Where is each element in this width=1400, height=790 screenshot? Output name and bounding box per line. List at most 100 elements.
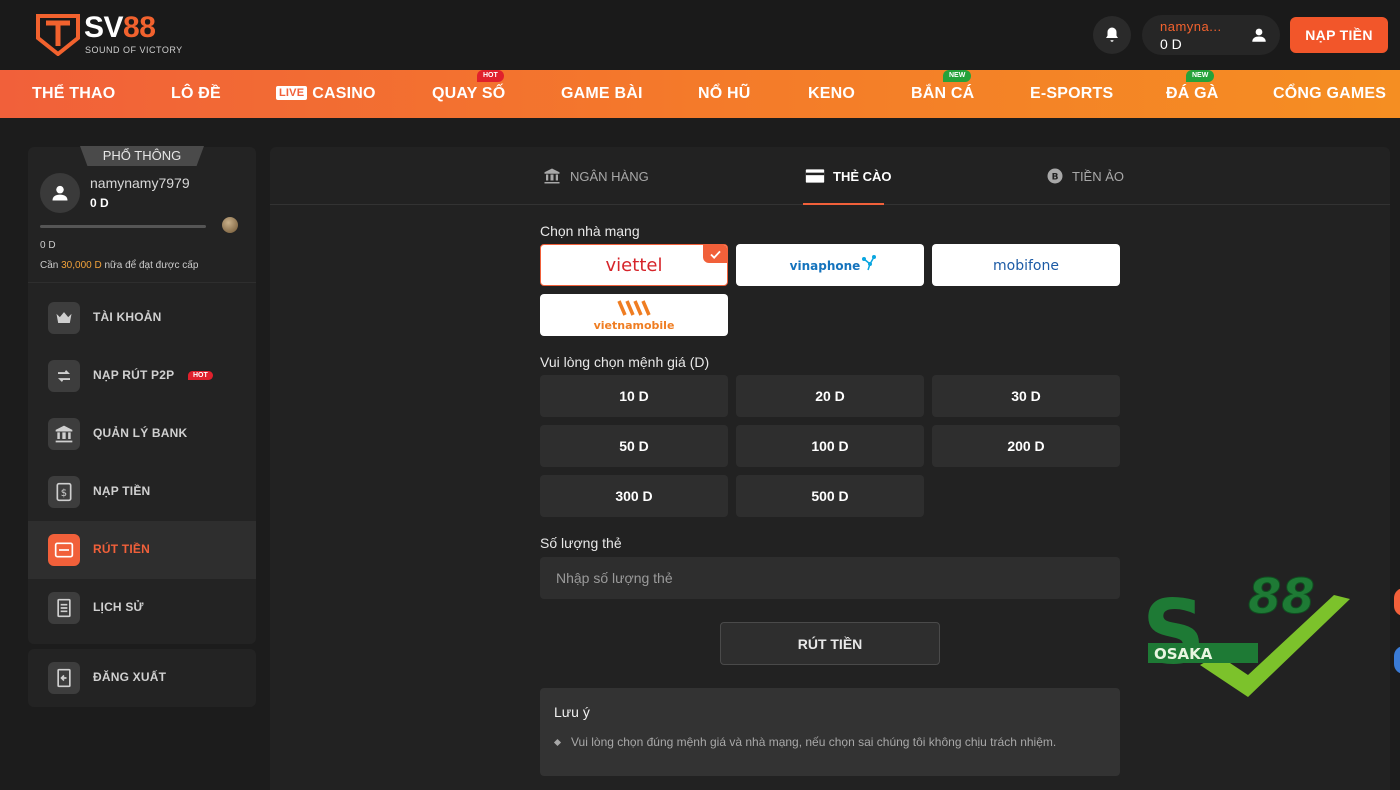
bank-icon bbox=[544, 168, 560, 184]
crown-icon bbox=[48, 302, 80, 334]
live-badge: LIVE bbox=[276, 86, 308, 100]
sidebar-item-deposit[interactable]: $ NẠP TIỀN bbox=[28, 463, 256, 521]
new-badge: NEW bbox=[1186, 70, 1215, 82]
svg-text:viettel: viettel bbox=[606, 255, 663, 276]
bank-icon bbox=[48, 418, 80, 450]
nav-item-sports[interactable]: THỂ THAO bbox=[32, 70, 115, 118]
header-username: namyna... bbox=[1160, 19, 1222, 34]
history-icon bbox=[48, 592, 80, 624]
floating-promo-button[interactable] bbox=[1394, 588, 1400, 616]
amount-option[interactable]: 50 D bbox=[540, 425, 728, 467]
transfer-icon bbox=[48, 360, 80, 392]
payment-method-tabs: NGÂN HÀNG THẺ CÀO B TIỀN ẢO bbox=[270, 147, 1390, 205]
nav-item-game-portal[interactable]: CỔNG GAMES bbox=[1273, 70, 1386, 118]
sidebar-item-label: NẠP TIỀN bbox=[93, 484, 151, 498]
tab-crypto[interactable]: B TIỀN ẢO bbox=[1046, 147, 1124, 205]
header-balance: 0 D bbox=[1160, 36, 1182, 52]
svg-text:88: 88 bbox=[1248, 569, 1315, 625]
vietnamobile-logo: vietnamobile bbox=[594, 300, 675, 332]
active-tab-indicator bbox=[803, 203, 884, 205]
sidebar-item-label: LỊCH SỬ bbox=[93, 600, 144, 614]
svg-text:vietnamobile: vietnamobile bbox=[594, 319, 675, 332]
carrier-label: Chọn nhà mạng bbox=[540, 223, 640, 239]
amount-option[interactable]: 20 D bbox=[736, 375, 924, 417]
amount-option[interactable]: 200 D bbox=[932, 425, 1120, 467]
logout-icon bbox=[48, 662, 80, 694]
shield-logo-icon bbox=[36, 14, 80, 56]
sidebar-balance: 0 D bbox=[90, 196, 109, 210]
sidebar-item-withdraw[interactable]: RÚT TIỀN bbox=[28, 521, 256, 579]
new-badge: NEW bbox=[943, 70, 972, 82]
sidebar-item-bank[interactable]: QUẢN LÝ BANK bbox=[28, 405, 256, 463]
notification-button[interactable] bbox=[1093, 16, 1131, 54]
withdraw-submit-button[interactable]: RÚT TIỀN bbox=[720, 622, 940, 665]
hot-badge: HOT bbox=[477, 70, 504, 82]
logout-label: ĐĂNG XUẤT bbox=[93, 670, 167, 684]
level-progress-bar bbox=[40, 225, 206, 228]
tab-scratch-card[interactable]: THẺ CÀO bbox=[805, 147, 892, 205]
svg-text:$: $ bbox=[61, 488, 67, 499]
deposit-button[interactable]: NẠP TIỀN bbox=[1290, 17, 1388, 53]
svg-text:OSAKA: OSAKA bbox=[1154, 645, 1213, 663]
amount-option[interactable]: 10 D bbox=[540, 375, 728, 417]
money-icon: $ bbox=[48, 476, 80, 508]
mobifone-logo: mobifone bbox=[993, 258, 1059, 274]
svg-text:S: S bbox=[1142, 581, 1205, 684]
hot-badge: HOT bbox=[188, 371, 213, 380]
carrier-mobifone[interactable]: mobifone bbox=[932, 244, 1120, 286]
sidebar-username: namynamy7979 bbox=[90, 175, 190, 191]
sidebar-item-label: QUẢN LÝ BANK bbox=[93, 426, 188, 440]
brand-name: SV88 bbox=[84, 11, 156, 44]
sidebar-item-p2p[interactable]: NẠP RÚT P2P HOT bbox=[28, 347, 256, 405]
check-icon bbox=[703, 245, 727, 263]
bullet-icon bbox=[553, 738, 562, 747]
amount-option[interactable]: 100 D bbox=[736, 425, 924, 467]
amount-option[interactable]: 30 D bbox=[932, 375, 1120, 417]
avatar bbox=[40, 173, 80, 213]
carrier-viettel[interactable]: viettel bbox=[540, 244, 728, 286]
logout-button[interactable]: ĐĂNG XUẤT bbox=[28, 649, 256, 707]
level-points: 0 D bbox=[40, 240, 56, 251]
card-quantity-input[interactable] bbox=[540, 557, 1120, 599]
nav-item-casino[interactable]: LIVE CASINO bbox=[276, 70, 376, 118]
user-icon bbox=[1252, 28, 1266, 42]
carrier-vinaphone[interactable]: vinaphone bbox=[736, 244, 924, 286]
level-coin-icon bbox=[222, 217, 238, 233]
sidebar-item-account[interactable]: TÀI KHOẢN bbox=[28, 289, 256, 347]
amount-label: Vui lòng chọn mệnh giá (D) bbox=[540, 354, 710, 370]
sidebar-item-label: TÀI KHOẢN bbox=[93, 310, 162, 324]
top-header: SV88 SOUND OF VICTORY namyna... 0 D NẠP … bbox=[0, 0, 1400, 70]
nav-item-card-games[interactable]: GAME BÀI bbox=[561, 70, 643, 118]
viettel-logo: viettel bbox=[606, 255, 663, 276]
nav-item-slots[interactable]: NỔ HŨ bbox=[698, 70, 751, 118]
brand-logo[interactable]: SV88 SOUND OF VICTORY bbox=[36, 11, 182, 58]
nav-item-keno[interactable]: KENO bbox=[808, 70, 855, 118]
sidebar-item-label: RÚT TIỀN bbox=[93, 542, 150, 556]
notice-text: Vui lòng chọn đúng mệnh giá và nhà mạng,… bbox=[571, 735, 1057, 749]
vinaphone-logo: vinaphone bbox=[790, 255, 876, 273]
wallet-icon bbox=[48, 534, 80, 566]
level-hint: Cần 30,000 D nữa để đạt được cấp bbox=[40, 260, 199, 271]
amount-option[interactable]: 300 D bbox=[540, 475, 728, 517]
carrier-vietnamobile[interactable]: vietnamobile bbox=[540, 294, 728, 336]
tab-bank[interactable]: NGÂN HÀNG bbox=[542, 147, 649, 205]
notice-box: Lưu ý Vui lòng chọn đúng mệnh giá và nhà… bbox=[540, 688, 1120, 776]
svg-text:mobifone: mobifone bbox=[993, 258, 1059, 274]
user-balance-box[interactable]: namyna... 0 D bbox=[1142, 15, 1280, 55]
brand-tagline: SOUND OF VICTORY bbox=[85, 45, 183, 55]
nav-item-esports[interactable]: E-SPORTS bbox=[1030, 70, 1113, 118]
quantity-label: Số lượng thẻ bbox=[540, 535, 622, 551]
divider bbox=[28, 282, 256, 283]
card-icon bbox=[805, 169, 825, 183]
amount-option[interactable]: 500 D bbox=[736, 475, 924, 517]
svg-text:B: B bbox=[1052, 172, 1059, 182]
watermark-logo: 88 S OSAKA bbox=[1142, 569, 1350, 697]
crypto-icon: B bbox=[1047, 168, 1063, 184]
svg-text:vinaphone: vinaphone bbox=[790, 259, 861, 273]
main-nav: THỂ THAO LÔ ĐỀ LIVE CASINO QUAY SỐ HOT GA… bbox=[0, 70, 1400, 118]
sidebar-item-history[interactable]: LỊCH SỬ bbox=[28, 579, 256, 637]
floating-support-button[interactable] bbox=[1394, 646, 1400, 674]
account-sidebar: PHỔ THÔNG namynamy7979 0 D 0 D Cần 30,00… bbox=[28, 146, 256, 644]
bell-icon bbox=[1106, 27, 1118, 42]
nav-item-lottery[interactable]: LÔ ĐỀ bbox=[171, 70, 221, 118]
